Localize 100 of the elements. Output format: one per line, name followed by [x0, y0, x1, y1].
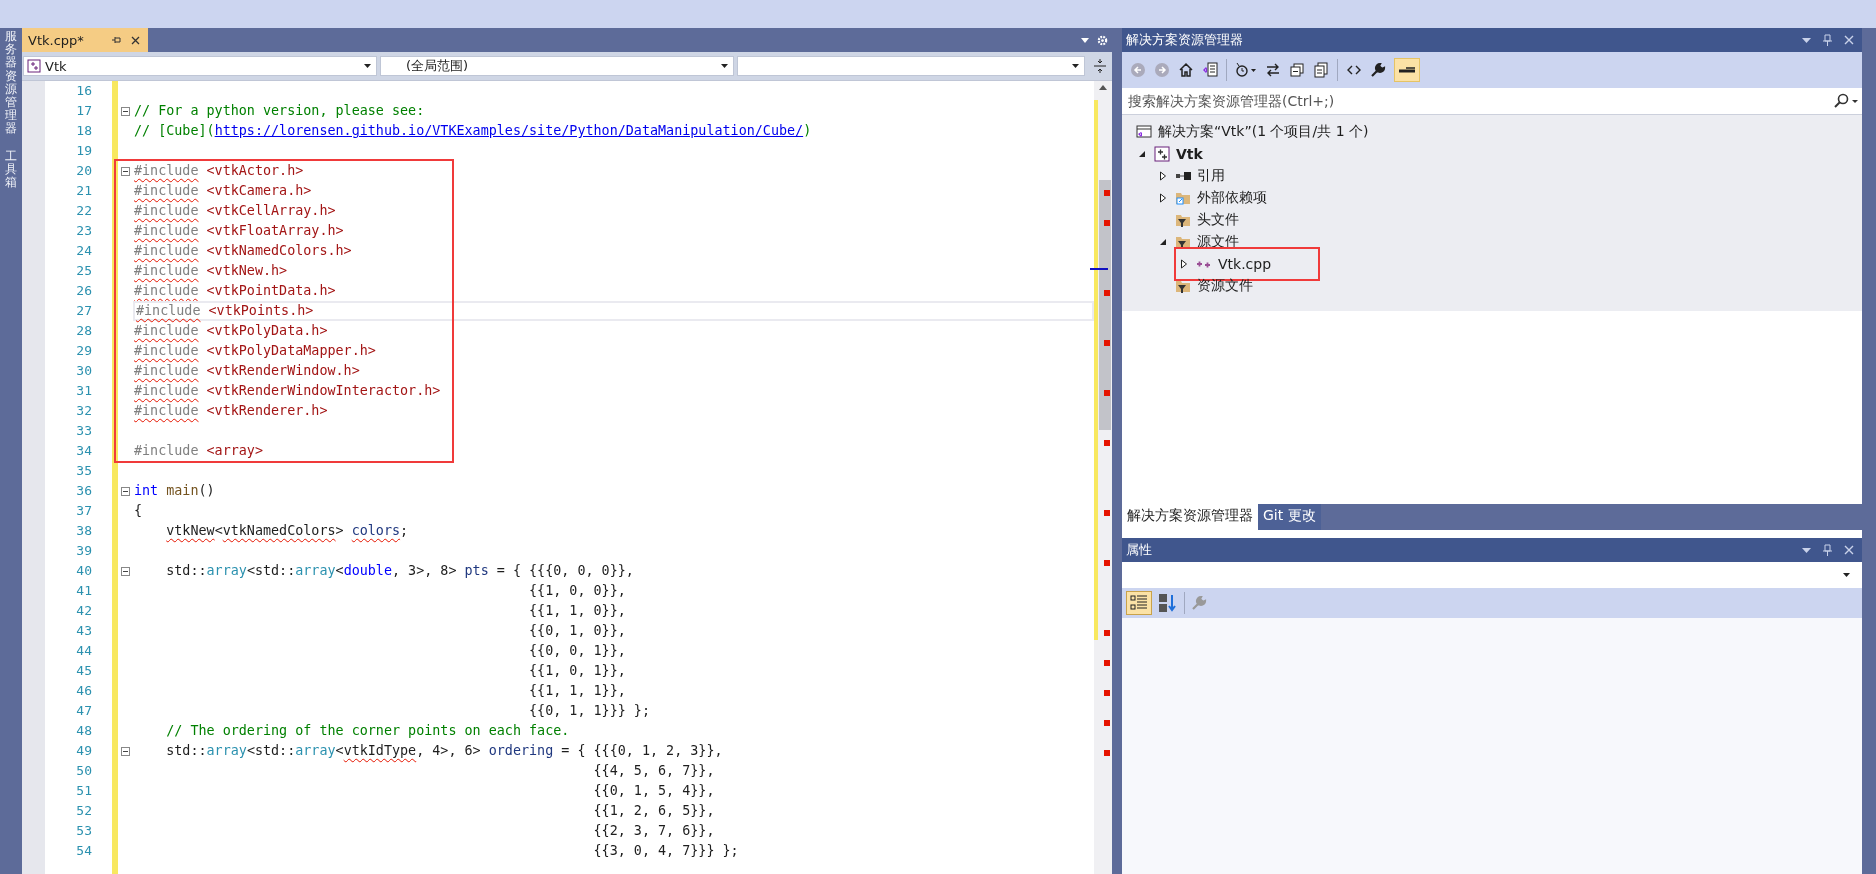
line-number: 18 — [75, 122, 92, 140]
error-marker — [1104, 390, 1110, 396]
wrench-icon[interactable] — [1370, 62, 1386, 78]
line-number: 40 — [75, 562, 92, 580]
line-number: 21 — [75, 182, 92, 200]
code-line: #include <vtkFloatArray.h> — [134, 222, 344, 240]
line-number: 27 — [75, 302, 92, 320]
line-number: 34 — [75, 442, 92, 460]
caret-icon — [364, 64, 371, 68]
expanded-arrow-icon[interactable] — [1137, 149, 1147, 159]
code-line: {{0, 1, 1}}} }; — [528, 702, 650, 720]
expanded-arrow-icon[interactable] — [1158, 237, 1168, 247]
switch-view-icon[interactable] — [1202, 62, 1218, 78]
collapsed-arrow-icon[interactable] — [1158, 171, 1168, 181]
sidebar-tab[interactable]: 工具箱 — [5, 149, 17, 190]
settings-icon[interactable] — [1097, 34, 1108, 46]
tree-item[interactable]: 外部依赖项 — [1197, 189, 1267, 207]
filter-folder-icon — [1175, 234, 1191, 250]
preview-toggle-icon[interactable] — [1394, 58, 1420, 82]
tab-title: Vtk.cpp* — [28, 32, 85, 48]
caret-icon — [721, 64, 728, 68]
code-line: { — [134, 502, 143, 520]
sort-az-icon[interactable] — [1158, 593, 1178, 613]
error-marker — [1104, 290, 1110, 296]
error-marker — [1104, 440, 1110, 446]
search-field[interactable]: 搜索解决方案资源管理器(Ctrl+;) — [1126, 93, 1834, 109]
collapse-icon[interactable] — [121, 486, 130, 496]
sync-icon[interactable] — [1265, 62, 1281, 78]
line-number: 31 — [75, 382, 92, 400]
error-marker — [1104, 190, 1110, 196]
tree-item[interactable]: Vtk — [1176, 146, 1203, 162]
collapsed-arrow-icon[interactable] — [1158, 193, 1168, 203]
code-line: // [Cube](https://lorensen.github.io/VTKExamples/site/Python/DataManipulation/Cube/) — [134, 122, 812, 140]
document-tab[interactable]: Vtk.cpp* — [22, 28, 148, 52]
line-number: 32 — [75, 402, 92, 420]
error-marker — [1104, 220, 1110, 226]
line-number: 36 — [75, 482, 92, 500]
line-number: 48 — [75, 722, 92, 740]
tree-item[interactable]: 头文件 — [1197, 211, 1239, 229]
panel-title: 解决方案资源管理器 — [1126, 31, 1243, 49]
collapse-icon[interactable] — [121, 106, 130, 116]
code-line: #include <vtkPolyData.h> — [134, 322, 328, 340]
code-line: #include <vtkCellArray.h> — [134, 202, 336, 220]
code-line: #include <vtkNamedColors.h> — [134, 242, 352, 260]
navigation-dropdown[interactable]: (全局范围) — [380, 56, 734, 76]
line-number: 19 — [75, 142, 92, 160]
collapse-icon[interactable] — [121, 566, 130, 576]
panel-tab[interactable]: 解决方案资源管理器 — [1122, 504, 1258, 530]
code-line: #include <vtkPointData.h> — [134, 282, 336, 300]
code-line: #include <vtkPoints.h> — [136, 302, 314, 320]
line-number: 46 — [75, 682, 92, 700]
code-line: #include <vtkNew.h> — [134, 262, 288, 280]
line-number: 41 — [75, 582, 92, 600]
error-marker — [1104, 750, 1110, 756]
line-number: 51 — [75, 782, 92, 800]
collapse-all-icon[interactable] — [1289, 62, 1305, 78]
home-icon[interactable] — [1178, 62, 1194, 78]
error-marker — [1104, 720, 1110, 726]
tree-item[interactable]: 资源文件 — [1197, 277, 1253, 295]
line-number: 43 — [75, 622, 92, 640]
navigation-dropdown[interactable]: Vtk — [23, 56, 377, 76]
dropdown-caret-icon[interactable] — [1802, 37, 1811, 43]
scroll-up-arrow-icon[interactable] — [1099, 85, 1107, 90]
search-icon[interactable] — [1834, 93, 1858, 109]
panel-tab[interactable]: Git 更改 — [1258, 504, 1321, 530]
scrollbar-thumb[interactable] — [1099, 180, 1111, 430]
sidebar-tab[interactable]: 服务器资源管理器 — [5, 30, 17, 136]
code-line: #include <vtkRenderWindowInteractor.h> — [134, 382, 441, 400]
history-icon[interactable] — [1235, 62, 1257, 78]
code-line: {{1, 0, 1}}, — [528, 662, 626, 680]
close-icon[interactable] — [131, 35, 140, 45]
split-icon[interactable] — [1094, 59, 1106, 73]
collapsed-arrow-icon[interactable] — [1179, 259, 1189, 269]
line-number: 49 — [75, 742, 92, 760]
error-marker — [1104, 690, 1110, 696]
tree-item[interactable]: 引用 — [1197, 167, 1225, 185]
code-line: {{1, 2, 6, 5}}, — [592, 802, 715, 820]
code-line: {{1, 0, 0}}, — [528, 582, 626, 600]
line-number: 45 — [75, 662, 92, 680]
collapse-icon[interactable] — [121, 166, 130, 176]
dropdown-caret-icon[interactable] — [1802, 547, 1811, 553]
dropdown-caret-icon[interactable] — [1081, 37, 1089, 43]
line-number: 44 — [75, 642, 92, 660]
line-number: 28 — [75, 322, 92, 340]
pin-icon[interactable] — [111, 35, 121, 45]
code-line: #include <vtkActor.h> — [134, 162, 304, 180]
filter-folder-icon — [1175, 212, 1191, 228]
tree-item[interactable]: 解决方案“Vtk”(1 个项目/共 1 个) — [1158, 123, 1369, 141]
pages-icon[interactable] — [1313, 62, 1329, 78]
line-number: 30 — [75, 362, 92, 380]
tree-item[interactable]: Vtk.cpp — [1218, 256, 1272, 272]
collapse-icon[interactable] — [121, 746, 130, 756]
project-icon — [1154, 146, 1170, 162]
code-line: #include <vtkRenderWindow.h> — [134, 362, 360, 380]
line-number: 23 — [75, 222, 92, 240]
line-number: 42 — [75, 602, 92, 620]
filter-folder-icon — [1175, 278, 1191, 294]
categorized-icon[interactable] — [1126, 591, 1152, 615]
line-number: 20 — [75, 162, 92, 180]
code-line: // The ordering of the corner points on each face. — [165, 722, 570, 740]
